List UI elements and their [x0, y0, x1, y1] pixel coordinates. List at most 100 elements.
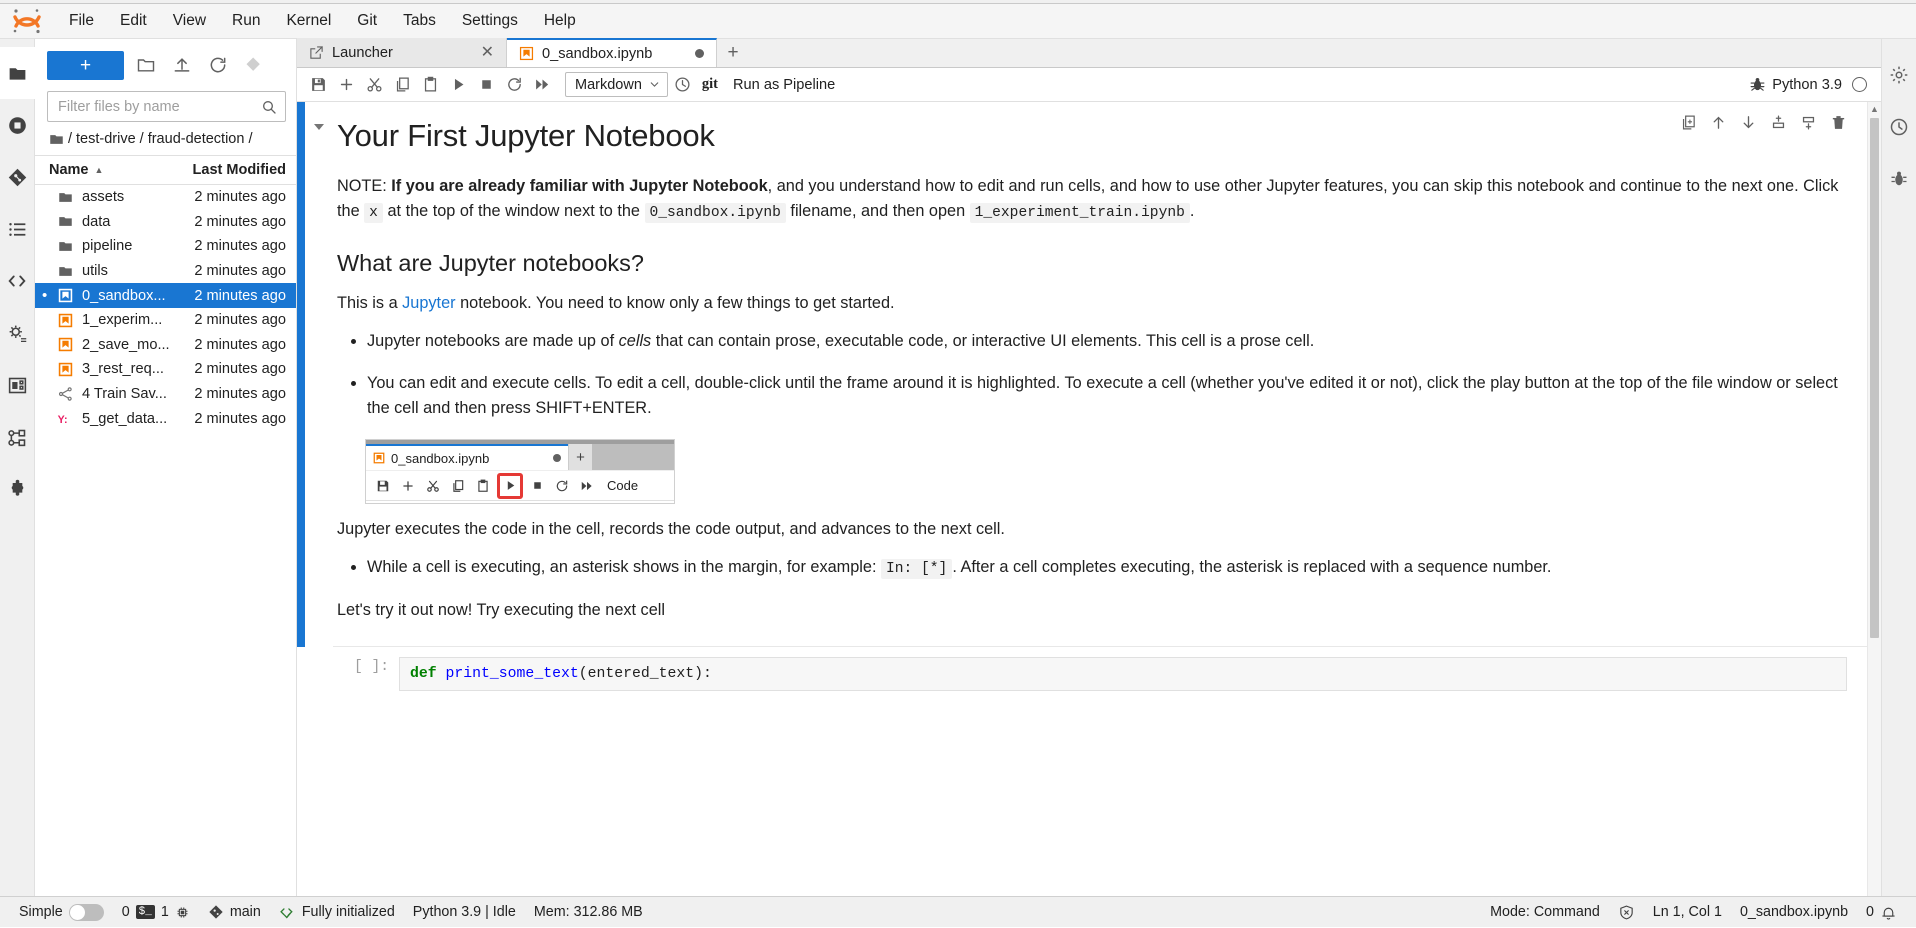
- menu-item-view[interactable]: View: [160, 8, 219, 34]
- right-sidebar-debugger-icon[interactable]: [1882, 101, 1916, 153]
- simple-interface-toggle[interactable]: Simple: [10, 897, 113, 928]
- table-row[interactable]: pipeline2 minutes ago: [35, 234, 296, 259]
- current-file-item[interactable]: 0_sandbox.ipynb: [1731, 897, 1857, 928]
- new-launcher-button[interactable]: +: [47, 51, 124, 80]
- menu-item-edit[interactable]: Edit: [107, 8, 160, 34]
- cursor-position-item[interactable]: Ln 1, Col 1: [1644, 897, 1731, 928]
- git-toolbar-button[interactable]: git: [698, 76, 722, 93]
- table-row[interactable]: assets2 minutes ago: [35, 185, 296, 210]
- new-tab-button[interactable]: +: [717, 38, 749, 67]
- menu-item-git[interactable]: Git: [344, 8, 390, 34]
- sidebar-item-running-terminals[interactable]: [0, 99, 35, 151]
- save-icon[interactable]: [305, 72, 331, 98]
- menu-item-settings[interactable]: Settings: [449, 8, 531, 34]
- folder-icon: [55, 239, 75, 254]
- notebook-icon: [519, 46, 534, 61]
- notebook-vertical-scrollbar[interactable]: ▲: [1867, 102, 1881, 896]
- copy-icon[interactable]: [389, 72, 415, 98]
- intro-paragraph: This is a Jupyter notebook. You need to …: [337, 291, 1847, 316]
- table-row[interactable]: 1_experim...2 minutes ago: [35, 308, 296, 333]
- column-header-name[interactable]: Name ▲: [35, 162, 188, 178]
- close-icon[interactable]: ✕: [481, 45, 494, 61]
- cut-icon[interactable]: [361, 72, 387, 98]
- cell-collapser[interactable]: [305, 102, 333, 647]
- run-as-pipeline-button[interactable]: Run as Pipeline: [724, 77, 844, 93]
- run-cell-icon[interactable]: [445, 72, 471, 98]
- sidebar-item-extension-manager[interactable]: [0, 463, 35, 515]
- code-cell-body[interactable]: [ ]: def print_some_text(entered_text):: [333, 647, 1867, 701]
- stop-kernel-icon[interactable]: [473, 72, 499, 98]
- sidebar-item-property-inspector[interactable]: [0, 307, 35, 359]
- sidebar-item-git[interactable]: [0, 151, 35, 203]
- filter-box[interactable]: [47, 91, 286, 122]
- sidebar-item-table-of-contents[interactable]: [0, 203, 35, 255]
- terminals-kernels-status[interactable]: 0 $_ 1: [113, 897, 199, 928]
- menu-item-file[interactable]: File: [56, 8, 107, 34]
- breadcrumb-root[interactable]: /: [68, 131, 72, 147]
- memory-usage-item[interactable]: Mem: 312.86 MB: [525, 897, 652, 928]
- markdown-cell[interactable]: Your First Jupyter Notebook NOTE: If you…: [297, 102, 1867, 647]
- upload-icon[interactable]: [168, 51, 196, 79]
- new-folder-icon[interactable]: [132, 51, 160, 79]
- delete-cell-icon[interactable]: [1830, 114, 1847, 131]
- code-function-name: print_some_text: [437, 666, 579, 682]
- unsaved-indicator-icon[interactable]: [695, 49, 704, 58]
- editor-mode-item[interactable]: Mode: Command: [1481, 897, 1609, 928]
- code-editor[interactable]: def print_some_text(entered_text):: [399, 657, 1847, 691]
- refresh-icon[interactable]: [204, 51, 232, 79]
- paste-icon[interactable]: [417, 72, 443, 98]
- notebook-scroll-region: Your First Jupyter Notebook NOTE: If you…: [297, 102, 1867, 896]
- notification-item[interactable]: 0: [1857, 897, 1906, 928]
- table-row[interactable]: Y:5_get_data...2 minutes ago: [35, 406, 296, 431]
- code-cell[interactable]: [ ]: def print_some_text(entered_text):: [297, 647, 1867, 701]
- table-row[interactable]: utils2 minutes ago: [35, 259, 296, 284]
- toggle-switch[interactable]: [69, 904, 104, 921]
- debugger-bug-icon[interactable]: [1744, 72, 1770, 98]
- table-row[interactable]: 2_save_mo...2 minutes ago: [35, 333, 296, 358]
- code-cell-collapser[interactable]: [305, 647, 333, 701]
- folder-icon[interactable]: [49, 132, 64, 147]
- tab-notebook[interactable]: 0_sandbox.ipynb: [507, 38, 717, 67]
- sidebar-item-code-snippets[interactable]: [0, 255, 35, 307]
- history-clock-icon[interactable]: [670, 72, 696, 98]
- insert-cell-below-icon[interactable]: [1800, 114, 1817, 131]
- insert-cell-above-icon[interactable]: [1770, 114, 1787, 131]
- chevron-down-icon[interactable]: [314, 124, 324, 130]
- insert-cell-icon[interactable]: [333, 72, 359, 98]
- menu-item-run[interactable]: Run: [219, 8, 273, 34]
- initialization-status[interactable]: Fully initialized: [270, 897, 404, 928]
- scroll-up-icon[interactable]: ▲: [1870, 102, 1879, 116]
- kernel-name-label[interactable]: Python 3.9: [1772, 77, 1850, 93]
- git-status-item[interactable]: main: [199, 897, 270, 928]
- cell-type-dropdown[interactable]: Markdown: [565, 72, 668, 97]
- search-input[interactable]: [56, 98, 261, 116]
- table-row[interactable]: 4 Train Sav...2 minutes ago: [35, 382, 296, 407]
- move-cell-down-icon[interactable]: [1740, 114, 1757, 131]
- table-row[interactable]: •0_sandbox...2 minutes ago: [35, 283, 296, 308]
- table-row[interactable]: 3_rest_req...2 minutes ago: [35, 357, 296, 382]
- sidebar-item-archive[interactable]: [0, 359, 35, 411]
- right-sidebar-property-icon[interactable]: [1882, 153, 1916, 205]
- kernel-status-item[interactable]: Python 3.9 | Idle: [404, 897, 525, 928]
- scrollbar-thumb[interactable]: [1870, 118, 1879, 638]
- menu-item-tabs[interactable]: Tabs: [390, 8, 449, 34]
- markdown-cell-body[interactable]: Your First Jupyter Notebook NOTE: If you…: [333, 102, 1867, 647]
- menu-item-help[interactable]: Help: [531, 8, 589, 34]
- menu-item-kernel[interactable]: Kernel: [273, 8, 344, 34]
- duplicate-cell-icon[interactable]: [1680, 114, 1697, 131]
- sidebar-item-file-browser[interactable]: [0, 47, 35, 99]
- right-sidebar-settings-icon[interactable]: [1882, 49, 1916, 101]
- breadcrumb-fraud-detection[interactable]: fraud-detection: [148, 131, 245, 147]
- move-cell-up-icon[interactable]: [1710, 114, 1727, 131]
- column-header-modified[interactable]: Last Modified: [188, 162, 296, 178]
- new-git-icon[interactable]: [240, 51, 268, 79]
- jupyter-link[interactable]: Jupyter: [402, 294, 455, 312]
- tab-launcher[interactable]: Launcher ✕: [297, 38, 507, 67]
- sidebar-item-pipeline-editor[interactable]: [0, 411, 35, 463]
- kernel-status-idle-icon[interactable]: [1852, 77, 1867, 92]
- table-row[interactable]: data2 minutes ago: [35, 210, 296, 235]
- restart-kernel-icon[interactable]: [501, 72, 527, 98]
- restart-and-run-all-icon[interactable]: [529, 72, 555, 98]
- no-kernel-shield-item[interactable]: [1609, 897, 1644, 928]
- breadcrumb-test-drive[interactable]: test-drive: [76, 131, 136, 147]
